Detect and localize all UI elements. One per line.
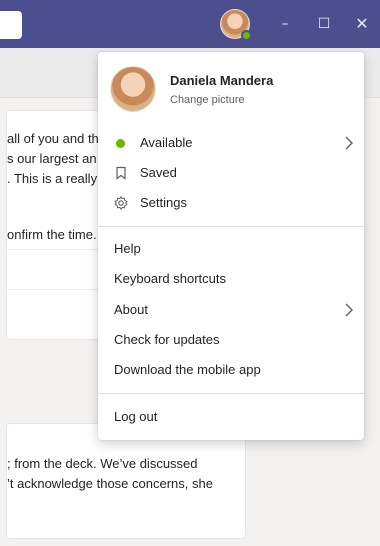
chevron-right-icon xyxy=(345,136,353,150)
menu-item-download-mobile-app[interactable]: Download the mobile app xyxy=(98,355,364,385)
message-card: ; from the deck. We’ve discussed ’t ackn… xyxy=(6,423,246,539)
profile-menu: Daniela Mandera Change picture Available… xyxy=(98,52,364,440)
menu-item-label: Saved xyxy=(140,165,177,180)
menu-item-label: Available xyxy=(140,135,193,150)
menu-item-log-out[interactable]: Log out xyxy=(98,402,364,432)
divider xyxy=(98,393,364,394)
message-text: s our largest an xyxy=(7,151,97,166)
menu-item-about[interactable]: About xyxy=(98,295,364,325)
close-button[interactable]: ✕ xyxy=(352,14,372,34)
menu-item-keyboard-shortcuts[interactable]: Keyboard shortcuts xyxy=(98,264,364,294)
menu-item-label: Download the mobile app xyxy=(114,362,261,377)
menu-item-label: Check for updates xyxy=(114,332,220,347)
menu-item-label: About xyxy=(114,302,148,317)
chevron-right-icon xyxy=(345,303,353,317)
menu-item-label: Help xyxy=(114,241,141,256)
change-picture-link[interactable]: Change picture xyxy=(170,94,245,106)
menu-item-settings[interactable]: Settings xyxy=(98,188,364,218)
message-text: . This is a really i xyxy=(7,171,104,186)
menu-item-help[interactable]: Help xyxy=(98,234,364,264)
menu-item-status[interactable]: Available xyxy=(98,128,364,158)
title-bar: – ☐ ✕ xyxy=(0,0,380,48)
menu-item-check-for-updates[interactable]: Check for updates xyxy=(98,325,364,355)
menu-item-label: Keyboard shortcuts xyxy=(114,271,227,286)
available-status-icon xyxy=(116,139,125,148)
bookmark-icon xyxy=(116,166,126,180)
minimize-button[interactable]: – xyxy=(275,14,295,34)
maximize-button[interactable]: ☐ xyxy=(314,14,334,34)
menu-item-label: Log out xyxy=(114,409,158,424)
presence-indicator xyxy=(241,30,252,41)
profile-name: Daniela Mandera xyxy=(170,73,274,88)
divider xyxy=(98,226,364,227)
gear-icon xyxy=(114,196,128,210)
message-text: ; from the deck. We’ve discussed xyxy=(7,456,198,471)
menu-item-saved[interactable]: Saved xyxy=(98,158,364,188)
message-text: onfirm the time. xyxy=(7,227,97,242)
avatar xyxy=(110,66,156,112)
message-text: all of you and th xyxy=(7,131,99,146)
profile-picture[interactable] xyxy=(110,66,156,112)
search-input[interactable] xyxy=(0,11,22,39)
menu-item-label: Settings xyxy=(140,195,187,210)
message-text: ’t acknowledge those concerns, she xyxy=(7,476,213,491)
profile-avatar-button[interactable] xyxy=(220,9,252,41)
